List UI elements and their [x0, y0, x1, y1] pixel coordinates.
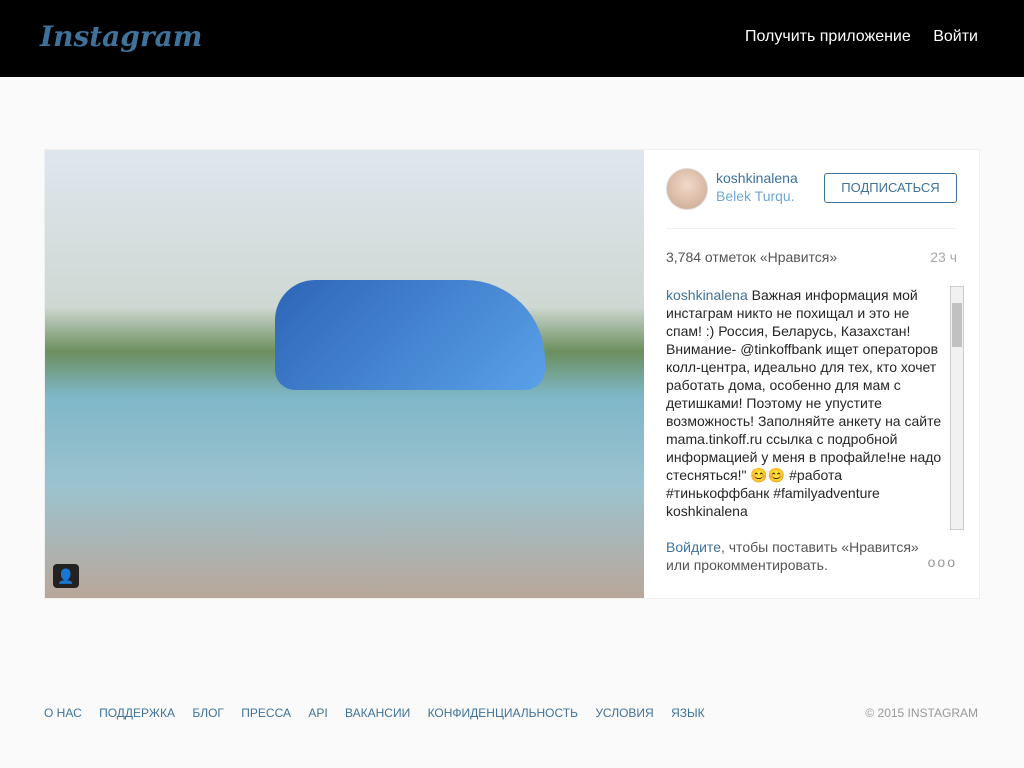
get-app-link[interactable]: Получить приложение — [745, 28, 911, 45]
likes-count: 3,784 отметок «Нравится» — [666, 249, 838, 265]
post-header: koshkinalena Belek Turqu. ПОДПИСАТЬСЯ — [666, 168, 957, 210]
caption-text: Важная информация мой инстаграм никто не… — [666, 287, 942, 519]
footer-link-jobs[interactable]: ВАКАНСИИ — [345, 706, 410, 720]
follow-button[interactable]: ПОДПИСАТЬСЯ — [824, 173, 957, 203]
post-sidebar: koshkinalena Belek Turqu. ПОДПИСАТЬСЯ 3,… — [644, 150, 979, 598]
instagram-logo[interactable]: Instagram — [40, 20, 202, 53]
person-tag-icon[interactable]: 👤 — [53, 564, 79, 588]
water-slide-shape — [275, 280, 545, 390]
login-prompt-link[interactable]: Войдите — [666, 539, 721, 555]
post-time: 23 ч — [930, 249, 957, 265]
top-nav: Получить приложение Войти — [727, 28, 978, 46]
footer-link-support[interactable]: ПОДДЕРЖКА — [99, 706, 175, 720]
top-bar: Instagram Получить приложение Войти — [0, 0, 1024, 77]
login-prompt: Войдите, чтобы поставить «Нравится» или … — [666, 538, 926, 574]
footer-link-about[interactable]: О НАС — [44, 706, 82, 720]
footer-links: О НАС ПОДДЕРЖКА БЛОГ ПРЕССА API ВАКАНСИИ… — [44, 706, 978, 720]
caption: koshkinalena Важная информация мой инста… — [666, 286, 944, 520]
avatar[interactable] — [666, 168, 708, 210]
footer-link-privacy[interactable]: КОНФИДЕНЦИАЛЬНОСТЬ — [428, 706, 578, 720]
caption-username[interactable]: koshkinalena — [666, 287, 748, 303]
post-card: 👤 koshkinalena Belek Turqu. ПОДПИСАТЬСЯ … — [44, 149, 980, 599]
post-location[interactable]: Belek Turqu. — [716, 188, 795, 204]
caption-area[interactable]: koshkinalena Важная информация мой инста… — [666, 286, 964, 530]
post-photo[interactable]: 👤 — [45, 150, 644, 598]
footer-link-api[interactable]: API — [308, 706, 327, 720]
copyright: © 2015 INSTAGRAM — [865, 706, 978, 720]
footer-link-press[interactable]: ПРЕССА — [241, 706, 291, 720]
divider — [666, 228, 957, 229]
caption-scrollbar[interactable] — [950, 286, 964, 530]
more-options-icon[interactable]: ооо — [928, 554, 957, 570]
scrollbar-thumb[interactable] — [952, 303, 962, 347]
footer-link-blog[interactable]: БЛОГ — [192, 706, 224, 720]
footer-link-terms[interactable]: УСЛОВИЯ — [595, 706, 653, 720]
site-footer: О НАС ПОДДЕРЖКА БЛОГ ПРЕССА API ВАКАНСИИ… — [44, 706, 978, 720]
footer-link-language[interactable]: ЯЗЫК — [671, 706, 705, 720]
login-link[interactable]: Войти — [933, 28, 978, 45]
post-username[interactable]: koshkinalena — [716, 170, 798, 186]
